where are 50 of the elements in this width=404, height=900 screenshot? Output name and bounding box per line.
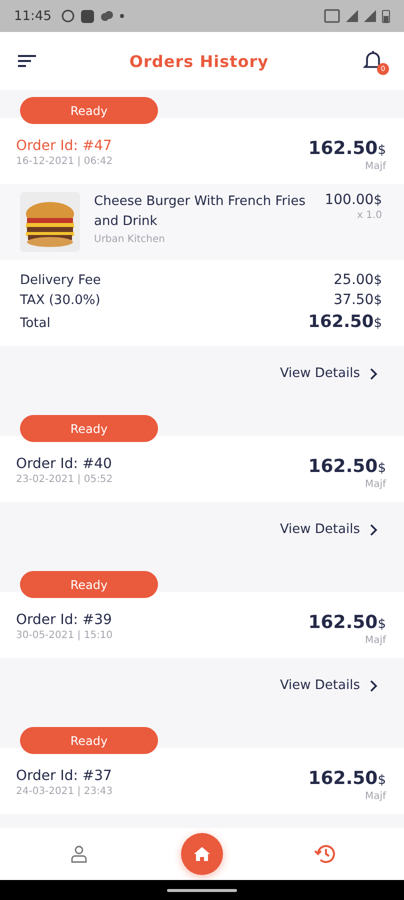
total-label: Total xyxy=(20,316,50,331)
home-indicator xyxy=(167,888,237,892)
order-total: 162.50$ xyxy=(308,768,386,789)
fee-amount: 37.50$ xyxy=(334,292,382,308)
signal-icon xyxy=(364,10,376,22)
status-badge: Ready xyxy=(20,415,158,442)
order-date: 30-05-2021 | 15:10 xyxy=(16,630,113,641)
total-amount: 162.50$ xyxy=(308,312,382,332)
chevron-icon xyxy=(370,680,378,692)
view-details-link[interactable]: View Details xyxy=(280,678,378,693)
fee-label: Delivery Fee xyxy=(20,273,101,288)
order-date: 23-02-2021 | 05:52 xyxy=(16,474,113,485)
customer-name: Majf xyxy=(364,479,386,490)
menu-icon[interactable] xyxy=(18,54,36,68)
status-badge: Ready xyxy=(20,571,158,598)
status-badge: Ready xyxy=(20,727,158,754)
customer-name: Majf xyxy=(364,791,386,802)
dot-icon xyxy=(120,14,124,18)
order-id: Order Id: #37 xyxy=(16,768,112,784)
view-details-link[interactable]: View Details xyxy=(280,366,378,381)
item-price: 100.00$ xyxy=(324,192,382,208)
order-date: 24-03-2021 | 23:43 xyxy=(16,786,113,797)
battery-icon xyxy=(382,9,390,23)
order-total: 162.50$ xyxy=(308,612,386,633)
order-date: 16-12-2021 | 06:42 xyxy=(16,156,113,167)
home-icon xyxy=(193,846,211,862)
status-time: 11:45 xyxy=(14,8,52,24)
order-id: Order Id: #40 xyxy=(16,456,112,472)
order-total: 162.50$ xyxy=(308,138,386,159)
restaurant-name: Urban Kitchen xyxy=(94,234,166,245)
order-id: Order Id: #39 xyxy=(16,612,112,628)
app-icon xyxy=(81,10,94,22)
fee-amount: 25.00$ xyxy=(334,272,382,288)
chevron-icon xyxy=(370,524,378,536)
fee-label: TAX (30.0%) xyxy=(20,293,100,308)
view-details-link[interactable]: View Details xyxy=(280,522,378,537)
item-quantity: x 1.0 xyxy=(357,210,382,221)
order-id: Order Id: #47 xyxy=(16,138,112,154)
signal-icon xyxy=(346,10,358,22)
cloud-icon xyxy=(100,10,114,22)
customer-name: Majf xyxy=(364,161,386,172)
order-total: 162.50$ xyxy=(308,456,386,477)
item-name: Cheese Burger With French Fries and Drink xyxy=(94,193,306,231)
status-badge: Ready xyxy=(20,97,158,124)
customer-name: Majf xyxy=(364,635,386,646)
history-icon xyxy=(314,844,336,864)
page-title: Orders History xyxy=(129,52,269,70)
home-tab[interactable] xyxy=(181,833,223,875)
profile-icon xyxy=(71,845,87,863)
chevron-icon xyxy=(370,368,378,380)
